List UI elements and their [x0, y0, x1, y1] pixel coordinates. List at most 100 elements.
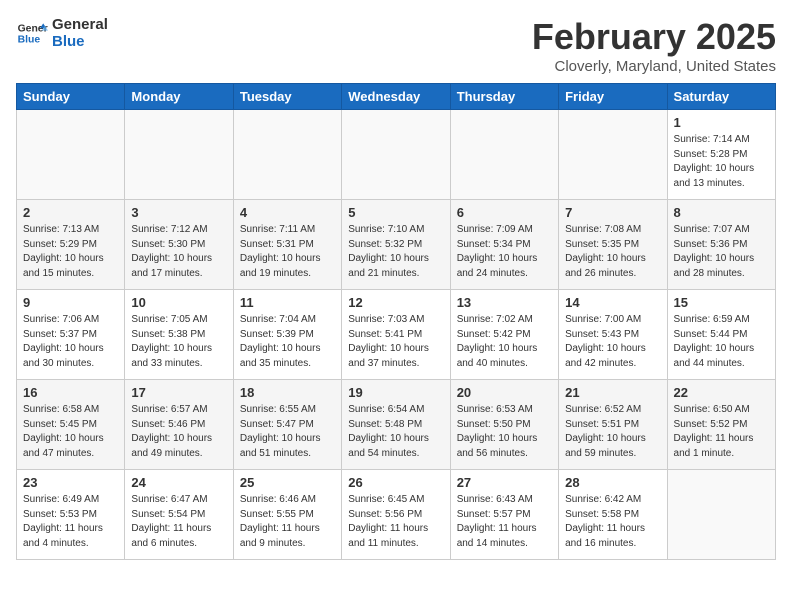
day-info: Sunrise: 6:47 AM Sunset: 5:54 PM Dayligh…: [131, 493, 226, 551]
day-number: 9: [23, 295, 118, 310]
calendar-day-cell: 23 Sunrise: 6:49 AM Sunset: 5:53 PM Dayli…: [17, 470, 125, 560]
day-info: Sunrise: 7:12 AM Sunset: 5:30 PM Dayligh…: [131, 223, 226, 281]
day-number: 1: [674, 115, 769, 130]
day-info: Sunrise: 7:05 AM Sunset: 5:38 PM Dayligh…: [131, 313, 226, 371]
logo-text-general: General: [52, 16, 108, 33]
day-info: Sunrise: 6:46 AM Sunset: 5:55 PM Dayligh…: [240, 493, 335, 551]
day-number: 6: [457, 205, 552, 220]
calendar-week-row: 2 Sunrise: 7:13 AM Sunset: 5:29 PM Daylig…: [17, 200, 776, 290]
day-info: Sunrise: 6:59 AM Sunset: 5:44 PM Dayligh…: [674, 313, 769, 371]
day-number: 22: [674, 385, 769, 400]
day-info: Sunrise: 7:13 AM Sunset: 5:29 PM Dayligh…: [23, 223, 118, 281]
day-number: 27: [457, 475, 552, 490]
day-info: Sunrise: 7:03 AM Sunset: 5:41 PM Dayligh…: [348, 313, 443, 371]
day-number: 7: [565, 205, 660, 220]
title-block: February 2025 Cloverly, Maryland, United…: [532, 16, 776, 75]
calendar-day-cell: 26 Sunrise: 6:45 AM Sunset: 5:56 PM Dayli…: [342, 470, 450, 560]
calendar-day-cell: [667, 470, 775, 560]
calendar-day-cell: 27Sunrise: 6:43 AM Sunset: 5:57 PM Dayli…: [450, 470, 558, 560]
calendar-week-row: 23 Sunrise: 6:49 AM Sunset: 5:53 PM Dayli…: [17, 470, 776, 560]
day-info: Sunrise: 6:57 AM Sunset: 5:46 PM Dayligh…: [131, 403, 226, 461]
location-text: Cloverly, Maryland, United States: [532, 58, 776, 75]
calendar-day-cell: 15 Sunrise: 6:59 AM Sunset: 5:44 PM Dayli…: [667, 290, 775, 380]
day-number: 26: [348, 475, 443, 490]
calendar-day-cell: 5 Sunrise: 7:10 AM Sunset: 5:32 PM Daylig…: [342, 200, 450, 290]
weekday-header-sunday: Sunday: [17, 84, 125, 110]
calendar-day-cell: [342, 110, 450, 200]
calendar-day-cell: 22Sunrise: 6:50 AM Sunset: 5:52 PM Dayli…: [667, 380, 775, 470]
day-info: Sunrise: 6:42 AM Sunset: 5:58 PM Dayligh…: [565, 493, 660, 551]
calendar-day-cell: 10 Sunrise: 7:05 AM Sunset: 5:38 PM Dayli…: [125, 290, 233, 380]
calendar-day-cell: 7 Sunrise: 7:08 AM Sunset: 5:35 PM Daylig…: [559, 200, 667, 290]
calendar-day-cell: 3 Sunrise: 7:12 AM Sunset: 5:30 PM Daylig…: [125, 200, 233, 290]
calendar-day-cell: [17, 110, 125, 200]
calendar-day-cell: 9 Sunrise: 7:06 AM Sunset: 5:37 PM Daylig…: [17, 290, 125, 380]
day-info: Sunrise: 6:53 AM Sunset: 5:50 PM Dayligh…: [457, 403, 552, 461]
day-info: Sunrise: 6:55 AM Sunset: 5:47 PM Dayligh…: [240, 403, 335, 461]
calendar-day-cell: [125, 110, 233, 200]
calendar-day-cell: 28Sunrise: 6:42 AM Sunset: 5:58 PM Dayli…: [559, 470, 667, 560]
day-number: 16: [23, 385, 118, 400]
day-info: Sunrise: 7:06 AM Sunset: 5:37 PM Dayligh…: [23, 313, 118, 371]
day-number: 11: [240, 295, 335, 310]
calendar-day-cell: [450, 110, 558, 200]
day-number: 18: [240, 385, 335, 400]
day-number: 23: [23, 475, 118, 490]
day-number: 17: [131, 385, 226, 400]
weekday-header-thursday: Thursday: [450, 84, 558, 110]
calendar-day-cell: 8 Sunrise: 7:07 AM Sunset: 5:36 PM Daylig…: [667, 200, 775, 290]
calendar-table: SundayMondayTuesdayWednesdayThursdayFrid…: [16, 83, 776, 560]
day-number: 19: [348, 385, 443, 400]
weekday-header-tuesday: Tuesday: [233, 84, 341, 110]
calendar-day-cell: 24 Sunrise: 6:47 AM Sunset: 5:54 PM Dayli…: [125, 470, 233, 560]
day-info: Sunrise: 6:58 AM Sunset: 5:45 PM Dayligh…: [23, 403, 118, 461]
day-info: Sunrise: 7:09 AM Sunset: 5:34 PM Dayligh…: [457, 223, 552, 281]
calendar-day-cell: 14 Sunrise: 7:00 AM Sunset: 5:43 PM Dayli…: [559, 290, 667, 380]
weekday-header-friday: Friday: [559, 84, 667, 110]
day-number: 3: [131, 205, 226, 220]
day-number: 4: [240, 205, 335, 220]
day-number: 2: [23, 205, 118, 220]
day-info: Sunrise: 6:49 AM Sunset: 5:53 PM Dayligh…: [23, 493, 118, 551]
day-info: Sunrise: 7:10 AM Sunset: 5:32 PM Dayligh…: [348, 223, 443, 281]
day-number: 13: [457, 295, 552, 310]
day-info: Sunrise: 7:08 AM Sunset: 5:35 PM Dayligh…: [565, 223, 660, 281]
day-info: Sunrise: 7:07 AM Sunset: 5:36 PM Dayligh…: [674, 223, 769, 281]
day-number: 8: [674, 205, 769, 220]
day-number: 10: [131, 295, 226, 310]
calendar-week-row: 16 Sunrise: 6:58 AM Sunset: 5:45 PM Dayli…: [17, 380, 776, 470]
calendar-day-cell: 25 Sunrise: 6:46 AM Sunset: 5:55 PM Dayli…: [233, 470, 341, 560]
calendar-week-row: 9 Sunrise: 7:06 AM Sunset: 5:37 PM Daylig…: [17, 290, 776, 380]
weekday-header-row: SundayMondayTuesdayWednesdayThursdayFrid…: [17, 84, 776, 110]
day-info: Sunrise: 7:00 AM Sunset: 5:43 PM Dayligh…: [565, 313, 660, 371]
svg-text:Blue: Blue: [18, 35, 41, 46]
day-info: Sunrise: 7:11 AM Sunset: 5:31 PM Dayligh…: [240, 223, 335, 281]
day-number: 21: [565, 385, 660, 400]
day-number: 5: [348, 205, 443, 220]
calendar-day-cell: 18 Sunrise: 6:55 AM Sunset: 5:47 PM Dayli…: [233, 380, 341, 470]
calendar-day-cell: 2 Sunrise: 7:13 AM Sunset: 5:29 PM Daylig…: [17, 200, 125, 290]
month-title: February 2025: [532, 16, 776, 58]
day-info: Sunrise: 7:14 AM Sunset: 5:28 PM Dayligh…: [674, 133, 769, 191]
calendar-day-cell: 6 Sunrise: 7:09 AM Sunset: 5:34 PM Daylig…: [450, 200, 558, 290]
day-number: 12: [348, 295, 443, 310]
calendar-day-cell: 20 Sunrise: 6:53 AM Sunset: 5:50 PM Dayli…: [450, 380, 558, 470]
calendar-day-cell: 4 Sunrise: 7:11 AM Sunset: 5:31 PM Daylig…: [233, 200, 341, 290]
calendar-day-cell: 16 Sunrise: 6:58 AM Sunset: 5:45 PM Dayli…: [17, 380, 125, 470]
day-number: 25: [240, 475, 335, 490]
logo-text-blue: Blue: [52, 33, 108, 50]
day-info: Sunrise: 6:45 AM Sunset: 5:56 PM Dayligh…: [348, 493, 443, 551]
calendar-day-cell: 13Sunrise: 7:02 AM Sunset: 5:42 PM Dayli…: [450, 290, 558, 380]
weekday-header-monday: Monday: [125, 84, 233, 110]
day-number: 24: [131, 475, 226, 490]
day-number: 20: [457, 385, 552, 400]
calendar-day-cell: [559, 110, 667, 200]
day-number: 14: [565, 295, 660, 310]
weekday-header-saturday: Saturday: [667, 84, 775, 110]
calendar-day-cell: 11Sunrise: 7:04 AM Sunset: 5:39 PM Dayli…: [233, 290, 341, 380]
calendar-week-row: 1 Sunrise: 7:14 AM Sunset: 5:28 PM Daylig…: [17, 110, 776, 200]
logo: General Blue General Blue: [16, 16, 108, 50]
calendar-day-cell: [233, 110, 341, 200]
day-info: Sunrise: 6:54 AM Sunset: 5:48 PM Dayligh…: [348, 403, 443, 461]
day-number: 15: [674, 295, 769, 310]
